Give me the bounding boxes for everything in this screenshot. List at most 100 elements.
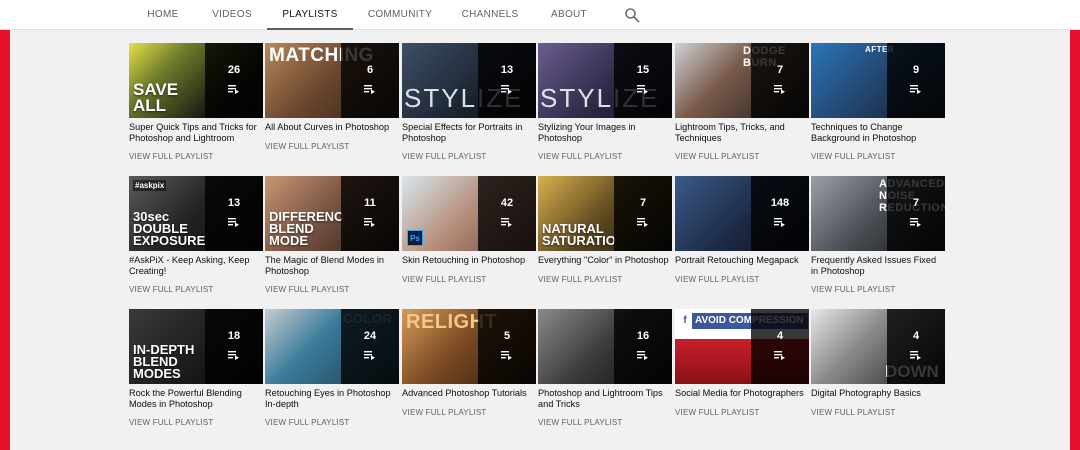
playlist-icon bbox=[501, 85, 512, 94]
playlist-icon bbox=[228, 85, 239, 94]
playlist-title[interactable]: The Magic of Blend Modes in Photoshop bbox=[265, 255, 399, 276]
view-full-playlist-link[interactable]: VIEW FULL PLAYLIST bbox=[402, 152, 536, 161]
tab-channels[interactable]: CHANNELS bbox=[456, 0, 524, 30]
tab-community[interactable]: COMMUNITY bbox=[362, 0, 438, 30]
playlist-thumbnail[interactable]: RELIGHT 5 bbox=[402, 309, 536, 384]
playlist-card[interactable]: IN-DEPTH BLEND MODES 18 Rock the Powerful … bbox=[129, 309, 263, 434]
playlist-title[interactable]: Rock the Powerful Blending Modes in Phot… bbox=[129, 388, 263, 409]
right-red-border bbox=[1070, 0, 1080, 450]
playlist-count-overlay: 15 bbox=[614, 43, 672, 118]
tab-about[interactable]: ABOUT bbox=[544, 0, 594, 30]
playlist-title[interactable]: Social Media for Photographers bbox=[675, 388, 809, 399]
playlist-thumbnail[interactable]: STYLIZE 13 bbox=[402, 43, 536, 118]
playlist-thumbnail[interactable]: DODGE BURN7 bbox=[675, 43, 809, 118]
playlist-title[interactable]: Stylizing Your Images in Photoshop bbox=[538, 122, 672, 143]
playlist-card[interactable]: STYLIZE 15 Stylizing Your Images in Photos… bbox=[538, 43, 672, 168]
tab-home[interactable]: HOME bbox=[140, 0, 186, 30]
playlist-thumbnail[interactable]: DIFFERENCE BLEND MODE 11 bbox=[265, 176, 399, 251]
tab-playlists[interactable]: PLAYLISTS bbox=[267, 0, 353, 30]
playlist-card[interactable]: STYLIZE 13 Special Effects for Portraits i… bbox=[402, 43, 536, 168]
playlist-thumbnail[interactable]: SAVE ALL 26 bbox=[129, 43, 263, 118]
playlist-count-overlay: 18 bbox=[205, 309, 263, 384]
playlist-card[interactable]: DIFFERENCE BLEND MODE 11 The Magic of Blen… bbox=[265, 176, 399, 301]
view-full-playlist-link[interactable]: VIEW FULL PLAYLIST bbox=[538, 418, 672, 427]
video-count: 42 bbox=[500, 197, 514, 209]
playlist-card[interactable]: ADVANCED NOISE REDUCTION7 Frequently Aske… bbox=[811, 176, 945, 301]
playlist-title[interactable]: Photoshop and Lightroom Tips and Tricks bbox=[538, 388, 672, 409]
playlist-thumbnail[interactable]: STYLIZE 15 bbox=[538, 43, 672, 118]
playlist-card[interactable]: Ps 42 Skin Retouching in Photoshop VIEW FUL… bbox=[402, 176, 536, 301]
playlist-thumbnail[interactable]: #askpix 30sec DOUBLE EXPOSURE 13 bbox=[129, 176, 263, 251]
playlist-icon bbox=[910, 218, 921, 227]
playlist-title[interactable]: #AskPiX - Keep Asking, Keep Creating! bbox=[129, 255, 263, 276]
video-count: 4 bbox=[912, 330, 920, 342]
playlist-title[interactable]: Retouching Eyes in Photoshop In-depth bbox=[265, 388, 399, 409]
playlist-title[interactable]: Digital Photography Basics bbox=[811, 388, 945, 399]
view-full-playlist-link[interactable]: VIEW FULL PLAYLIST bbox=[265, 418, 399, 427]
view-full-playlist-link[interactable]: VIEW FULL PLAYLIST bbox=[129, 152, 263, 161]
view-full-playlist-link[interactable]: VIEW FULL PLAYLIST bbox=[675, 152, 809, 161]
search-icon[interactable] bbox=[624, 7, 640, 23]
video-count: 16 bbox=[636, 330, 650, 342]
tab-videos[interactable]: VIDEOS bbox=[206, 0, 258, 30]
view-full-playlist-link[interactable]: VIEW FULL PLAYLIST bbox=[811, 152, 945, 161]
playlist-thumbnail[interactable]: NATURAL SATURATION 7 bbox=[538, 176, 672, 251]
video-count: 15 bbox=[636, 64, 650, 76]
playlist-card[interactable]: AFTER 9 Techniques to Change Background in… bbox=[811, 43, 945, 168]
playlist-title[interactable]: Portrait Retouching Megapack bbox=[675, 255, 809, 266]
playlist-title[interactable]: Lightroom Tips, Tricks, and Techniques bbox=[675, 122, 809, 143]
video-count: 7 bbox=[912, 197, 920, 209]
playlist-card[interactable]: SAVE ALL 26 Super Quick Tips and Tricks fo… bbox=[129, 43, 263, 168]
playlist-card[interactable]: 16 Photoshop and Lightroom Tips and Trick… bbox=[538, 309, 672, 434]
playlist-thumbnail[interactable]: COLOR24 bbox=[265, 309, 399, 384]
view-full-playlist-link[interactable]: VIEW FULL PLAYLIST bbox=[675, 408, 809, 417]
playlist-icon bbox=[637, 218, 648, 227]
view-full-playlist-link[interactable]: VIEW FULL PLAYLIST bbox=[811, 285, 945, 294]
playlist-card[interactable]: DODGE BURN7 Lightroom Tips, Tricks, and T… bbox=[675, 43, 809, 168]
playlist-card[interactable]: f AVOID COMPRESSION 4 Social Media for Phot… bbox=[675, 309, 809, 434]
playlist-thumbnail[interactable]: 148 bbox=[675, 176, 809, 251]
video-count: 7 bbox=[776, 64, 784, 76]
playlist-card[interactable]: #askpix 30sec DOUBLE EXPOSURE 13 #AskPiX - … bbox=[129, 176, 263, 301]
playlist-thumbnail[interactable]: 16 bbox=[538, 309, 672, 384]
playlist-card[interactable]: NATURAL SATURATION 7 Everything "Color" in… bbox=[538, 176, 672, 301]
view-full-playlist-link[interactable]: VIEW FULL PLAYLIST bbox=[265, 285, 399, 294]
video-count: 13 bbox=[500, 64, 514, 76]
playlist-title[interactable]: Techniques to Change Background in Photo… bbox=[811, 122, 945, 143]
playlist-thumbnail[interactable]: DOWN4 bbox=[811, 309, 945, 384]
playlist-title[interactable]: Everything "Color" in Photoshop bbox=[538, 255, 672, 266]
view-full-playlist-link[interactable]: VIEW FULL PLAYLIST bbox=[811, 408, 945, 417]
view-full-playlist-link[interactable]: VIEW FULL PLAYLIST bbox=[538, 275, 672, 284]
playlist-thumbnail[interactable]: Ps 42 bbox=[402, 176, 536, 251]
playlist-count-overlay: 16 bbox=[614, 309, 672, 384]
playlist-thumbnail[interactable]: ADVANCED NOISE REDUCTION7 bbox=[811, 176, 945, 251]
view-full-playlist-link[interactable]: VIEW FULL PLAYLIST bbox=[538, 152, 672, 161]
view-full-playlist-link[interactable]: VIEW FULL PLAYLIST bbox=[129, 418, 263, 427]
playlist-title[interactable]: All About Curves in Photoshop bbox=[265, 122, 399, 133]
view-full-playlist-link[interactable]: VIEW FULL PLAYLIST bbox=[675, 275, 809, 284]
playlist-card[interactable]: MATCHING 6 All About Curves in Photoshop VI… bbox=[265, 43, 399, 168]
playlist-thumbnail[interactable]: AFTER 9 bbox=[811, 43, 945, 118]
playlist-card[interactable]: 148 Portrait Retouching Megapack VIEW FULL… bbox=[675, 176, 809, 301]
view-full-playlist-link[interactable]: VIEW FULL PLAYLIST bbox=[402, 275, 536, 284]
playlist-title[interactable]: Frequently Asked Issues Fixed in Photosh… bbox=[811, 255, 945, 276]
view-full-playlist-link[interactable]: VIEW FULL PLAYLIST bbox=[129, 285, 263, 294]
playlist-thumbnail[interactable]: IN-DEPTH BLEND MODES 18 bbox=[129, 309, 263, 384]
playlist-card[interactable]: RELIGHT 5 Advanced Photoshop Tutorials VIEW… bbox=[402, 309, 536, 434]
playlist-count-overlay: 9 bbox=[887, 43, 945, 118]
playlist-count-overlay: 4 bbox=[887, 309, 945, 384]
playlist-icon bbox=[774, 351, 785, 360]
playlist-title[interactable]: Skin Retouching in Photoshop bbox=[402, 255, 536, 266]
playlist-count-overlay: 4 bbox=[751, 309, 809, 384]
playlist-thumbnail[interactable]: f AVOID COMPRESSION 4 bbox=[675, 309, 809, 384]
playlist-title[interactable]: Super Quick Tips and Tricks for Photosho… bbox=[129, 122, 263, 143]
video-count: 148 bbox=[770, 197, 790, 209]
video-count: 7 bbox=[639, 197, 647, 209]
playlist-thumbnail[interactable]: MATCHING 6 bbox=[265, 43, 399, 118]
playlist-card[interactable]: COLOR24 Retouching Eyes in Photoshop In-d… bbox=[265, 309, 399, 434]
playlist-card[interactable]: DOWN4 Digital Photography Basics VIEW FULL… bbox=[811, 309, 945, 434]
playlist-title[interactable]: Advanced Photoshop Tutorials bbox=[402, 388, 536, 399]
view-full-playlist-link[interactable]: VIEW FULL PLAYLIST bbox=[402, 408, 536, 417]
playlist-title[interactable]: Special Effects for Portraits in Photosh… bbox=[402, 122, 536, 143]
view-full-playlist-link[interactable]: VIEW FULL PLAYLIST bbox=[265, 142, 399, 151]
